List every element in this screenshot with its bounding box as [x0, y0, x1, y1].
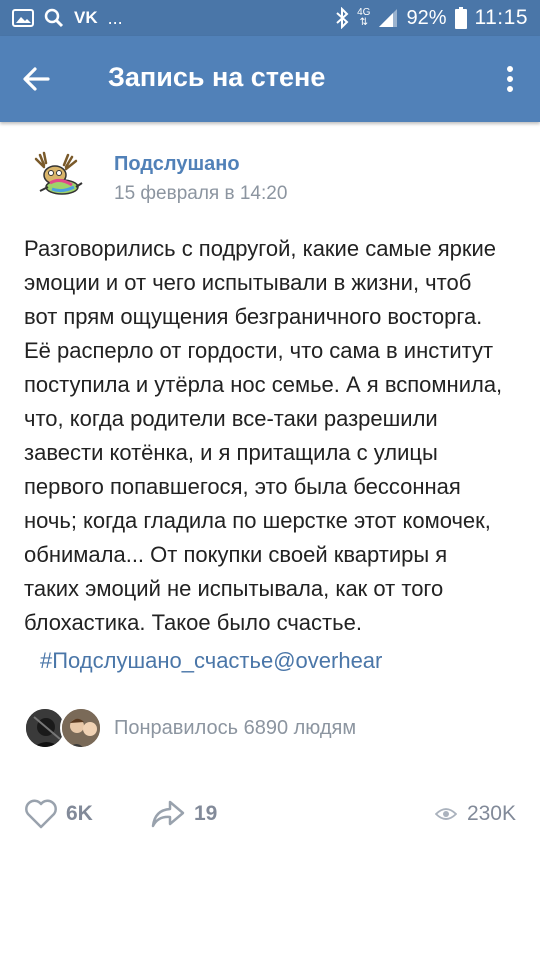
- network-type-icon: 4G ⇅: [357, 8, 370, 28]
- post-text: Разговорились с подругой, какие самые яр…: [24, 236, 503, 635]
- status-bar-right: 4G ⇅ 92% 11:15: [335, 0, 528, 36]
- app-bar: Запись на стене: [0, 36, 540, 122]
- share-count: 19: [194, 802, 218, 825]
- like-count: 6K: [66, 802, 93, 825]
- data-arrows-icon: ⇅: [359, 17, 368, 28]
- like-button[interactable]: 6K: [24, 790, 93, 838]
- hashtag-link[interactable]: #Подслушано_счастье@overhear: [40, 648, 382, 674]
- likers-avatars[interactable]: [24, 707, 104, 751]
- post-date: 15 февраля в 14:20: [114, 183, 288, 204]
- moose-mascot-icon: [34, 151, 83, 195]
- battery-icon: [454, 7, 467, 29]
- page-title: Запись на стене: [108, 62, 326, 92]
- battery-percent: 92%: [406, 6, 447, 29]
- view-count: 230K: [466, 802, 516, 825]
- more-options-button[interactable]: [498, 57, 522, 101]
- signal-icon: [378, 8, 398, 28]
- status-bar-left: VK ...: [12, 0, 123, 36]
- heart-icon: [25, 799, 57, 829]
- search-notification-icon: [44, 8, 64, 28]
- share-arrow-icon: [151, 800, 185, 828]
- status-bar: VK ... 4G ⇅ 92% 11:15: [0, 0, 540, 36]
- gallery-notification-icon: [12, 9, 34, 27]
- views-counter: 230K: [434, 790, 516, 838]
- post-author-link[interactable]: Подслушано: [114, 153, 240, 176]
- post-actions: 6K 19 230K: [0, 790, 540, 838]
- liker-avatar: [60, 707, 102, 749]
- clock: 11:15: [474, 6, 528, 29]
- back-arrow-icon: [23, 67, 50, 91]
- more-notifications: ...: [107, 7, 123, 28]
- eye-icon: [434, 808, 457, 820]
- bluetooth-icon: [335, 7, 349, 29]
- vk-notification-icon: VK: [74, 8, 98, 27]
- more-vertical-icon: [507, 66, 513, 92]
- share-button[interactable]: 19: [150, 790, 217, 838]
- community-avatar[interactable]: [26, 147, 88, 209]
- likes-summary[interactable]: Понравилось 6890 людям: [114, 717, 356, 740]
- back-button[interactable]: [14, 57, 58, 101]
